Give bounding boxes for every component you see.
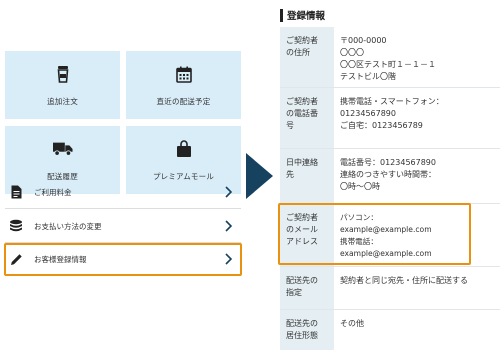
info-value: 契約者と同じ宛先・住所に配送する (340, 276, 468, 285)
coins-icon (9, 219, 23, 233)
section-title-bar (280, 9, 283, 22)
tile-upcoming-delivery[interactable]: 直近の配送予定 (126, 51, 241, 119)
info-key: ご契約者 の電話番 号 (280, 88, 334, 148)
document-icon (9, 185, 23, 199)
info-value: その他 (340, 319, 364, 328)
divider (5, 208, 241, 209)
shopping-bag-icon (174, 139, 194, 159)
truck-icon (52, 139, 73, 159)
calendar-icon (174, 64, 194, 84)
tile-label: 直近の配送予定 (156, 97, 211, 106)
menu-item-label: お支払い方法の変更 (34, 221, 102, 231)
info-value: 〒000-0000 〇〇〇 〇〇区テスト町１－１－１ テストビル〇階 (340, 36, 436, 81)
menu-item-label: ご利用料金 (34, 187, 72, 197)
info-key: 日中連絡 先 (280, 149, 334, 203)
tile-additional-order[interactable]: 追加注文 (5, 51, 120, 119)
info-row-phone: ご契約者 の電話番 号 携帯電話・スマートフォン： 01234567890 ご自… (280, 88, 500, 148)
info-value: 携帯電話・スマートフォン： 01234567890 ご自宅：0123456789 (340, 97, 444, 130)
highlight-frame (4, 243, 242, 276)
menu-item-payment-change[interactable]: お支払い方法の変更 (5, 210, 241, 242)
info-row-delivery-destination: 配送先の 指定 契約者と同じ宛先・住所に配送する (280, 267, 500, 309)
highlight-frame (278, 203, 471, 265)
info-row-address: ご契約者 の住所 〒000-0000 〇〇〇 〇〇区テスト町１－１－１ テストビ… (280, 27, 500, 87)
info-key: ご契約者 の住所 (280, 27, 334, 87)
chevron-right-icon (223, 185, 233, 199)
chevron-right-icon (223, 219, 233, 233)
info-key: 配送先の 居住形態 (280, 310, 334, 350)
info-value: 電話番号：01234567890 連絡のつきやすい時間帯： 〇時～〇時 (340, 158, 436, 191)
section-title: 登録情報 (287, 11, 326, 22)
info-row-daytime-contact: 日中連絡 先 電話番号：01234567890 連絡のつきやすい時間帯： 〇時～… (280, 149, 500, 203)
info-key: 配送先の 指定 (280, 267, 334, 309)
tile-label: 追加注文 (47, 97, 78, 106)
arrow-right-icon (246, 153, 273, 199)
info-row-residence-type: 配送先の 居住形態 その他 (280, 310, 500, 350)
menu-item-usage-fee[interactable]: ご利用料金 (5, 176, 241, 208)
cup-icon (53, 64, 73, 84)
